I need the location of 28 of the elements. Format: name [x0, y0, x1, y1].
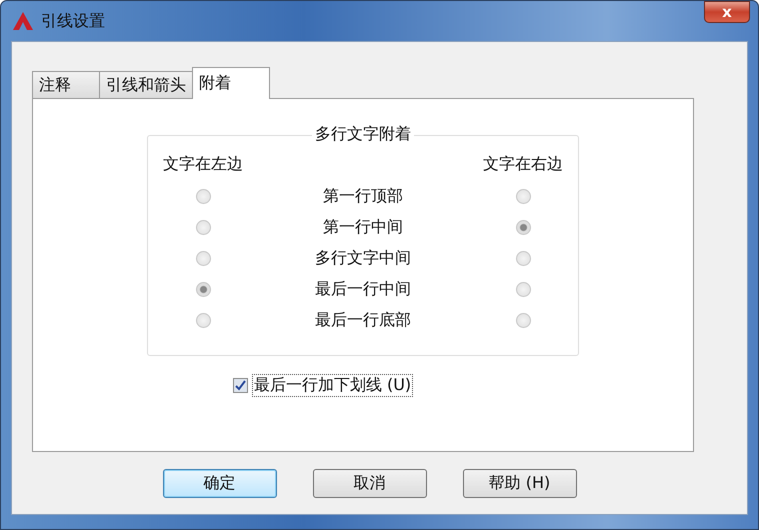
radio-button[interactable] — [516, 189, 530, 204]
radio-button[interactable] — [516, 313, 530, 328]
tab[interactable]: 引线和箭头 — [99, 71, 193, 98]
dialog-button[interactable]: 帮助 (H) — [462, 469, 576, 498]
radio-button[interactable] — [516, 282, 530, 297]
option-label: 最后一行底部 — [315, 310, 411, 331]
radio-button[interactable] — [196, 313, 210, 328]
radio-button[interactable] — [196, 251, 210, 266]
radio-button[interactable] — [196, 220, 210, 235]
dialog-button[interactable]: 取消 — [312, 469, 426, 498]
option-label: 第一行中间 — [323, 217, 403, 238]
tab[interactable]: 注释 — [32, 71, 100, 98]
option-label: 第一行顶部 — [323, 186, 403, 207]
tab[interactable]: 附着 — [192, 67, 270, 99]
option-label: 最后一行中间 — [315, 279, 411, 300]
checkbox[interactable] — [232, 378, 248, 393]
dialog-button[interactable]: 确定 — [162, 469, 276, 498]
column-heading: 文字在右边 — [483, 154, 563, 175]
radio-button[interactable] — [516, 220, 530, 235]
column-heading: 文字在左边 — [163, 154, 243, 175]
radio-button[interactable] — [196, 282, 210, 297]
app-logo-icon — [13, 12, 33, 30]
radio-button[interactable] — [196, 189, 210, 204]
window-title: 引线设置 — [41, 10, 105, 32]
checkbox-label[interactable]: 最后一行加下划线 (U) — [252, 374, 414, 397]
close-button[interactable]: x — [704, 1, 750, 23]
radio-button[interactable] — [516, 251, 530, 266]
option-label: 多行文字中间 — [315, 248, 411, 269]
